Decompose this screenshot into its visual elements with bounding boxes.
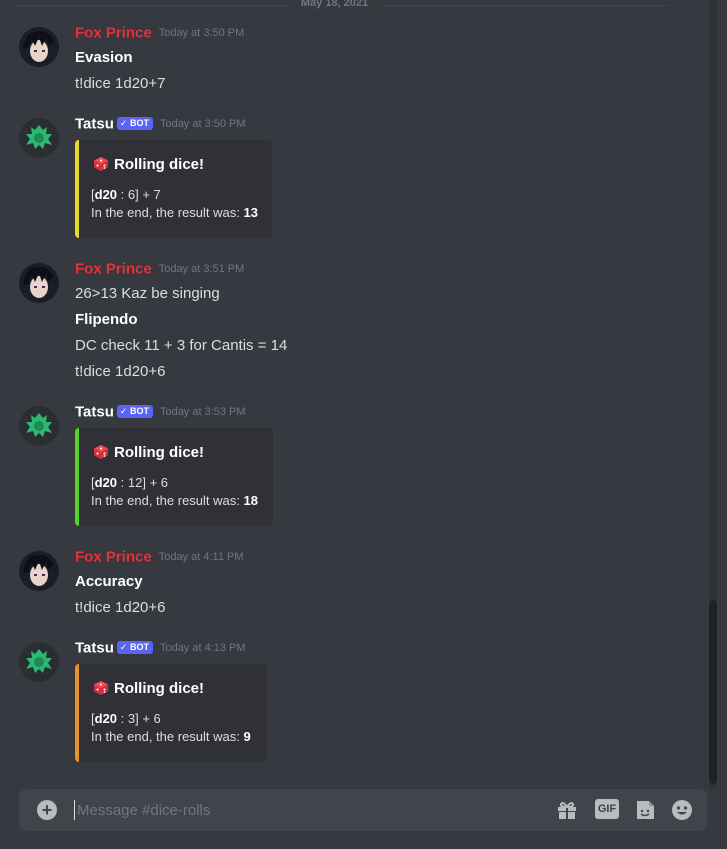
avatar-tatsu[interactable] [19,118,59,158]
timestamp: Today at 4:11 PM [158,550,244,563]
message-composer: + GIF [19,789,707,831]
message-line: Evasion [75,49,133,66]
dice-embed: Rolling dice! [d20 : 3] + 6 In the end, … [75,664,267,762]
dice-embed: Rolling dice! [d20 : 6] + 7 In the end, … [75,140,272,238]
gift-icon[interactable] [555,798,579,822]
avatar-fox-prince[interactable] [19,27,59,67]
message-line: t!dice 1d20+6 [75,599,166,616]
emoji-icon[interactable] [670,798,694,822]
timestamp: Today at 3:50 PM [159,117,246,130]
timestamp: Today at 3:50 PM [158,26,245,39]
embed-roll: [d20 : 12] + 6 [91,475,168,490]
text-caret [74,800,75,820]
scrollbar-thumb[interactable] [709,600,717,784]
avatar-fox-prince[interactable] [19,263,59,303]
avatar-tatsu[interactable] [19,642,59,682]
message-line: t!dice 1d20+7 [75,75,166,92]
username[interactable]: Tatsu [75,115,114,132]
bot-tag: ✓ BOT [116,405,153,419]
embed-roll: [d20 : 3] + 6 [91,711,161,726]
username[interactable]: Tatsu [75,403,114,420]
dice-icon [94,445,108,459]
avatar-fox-prince[interactable] [19,551,59,591]
dice-icon [94,681,108,695]
message-line: DC check 11 + 3 for Cantis = 14 [75,337,288,354]
dice-icon [94,157,108,171]
embed-title: Rolling dice! [93,156,204,173]
embed-roll: [d20 : 6] + 7 [91,187,161,202]
username[interactable]: Fox Prince [75,548,152,565]
message-line: t!dice 1d20+6 [75,363,166,380]
gif-icon[interactable]: GIF [595,799,619,819]
username[interactable]: Fox Prince [75,260,152,277]
timestamp: Today at 3:51 PM [158,262,245,275]
date-divider-label: May 18, 2021 [288,0,381,9]
embed-result: In the end, the result was: 9 [91,729,251,744]
message-line: Flipendo [75,311,138,328]
date-divider: May 18, 2021 [0,0,669,10]
embed-title: Rolling dice! [93,444,204,461]
embed-title: Rolling dice! [93,680,204,697]
embed-result: In the end, the result was: 13 [91,205,258,220]
sticker-icon[interactable] [633,798,657,822]
dice-embed: Rolling dice! [d20 : 12] + 6 In the end,… [75,428,273,526]
avatar-tatsu[interactable] [19,406,59,446]
timestamp: Today at 3:53 PM [159,405,246,418]
bot-tag: ✓ BOT [116,117,153,131]
message-line: 26>13 Kaz be singing [75,285,220,302]
timestamp: Today at 4:13 PM [159,641,246,654]
add-icon[interactable]: + [37,800,57,820]
message-list: May 18, 2021 Fox Prince Today at 3:50 PM … [0,0,705,790]
message-line: Accuracy [75,573,143,590]
message-input[interactable] [77,798,497,822]
username[interactable]: Tatsu [75,639,114,656]
embed-result: In the end, the result was: 18 [91,493,258,508]
username[interactable]: Fox Prince [75,24,152,41]
bot-tag: ✓ BOT [116,641,153,655]
